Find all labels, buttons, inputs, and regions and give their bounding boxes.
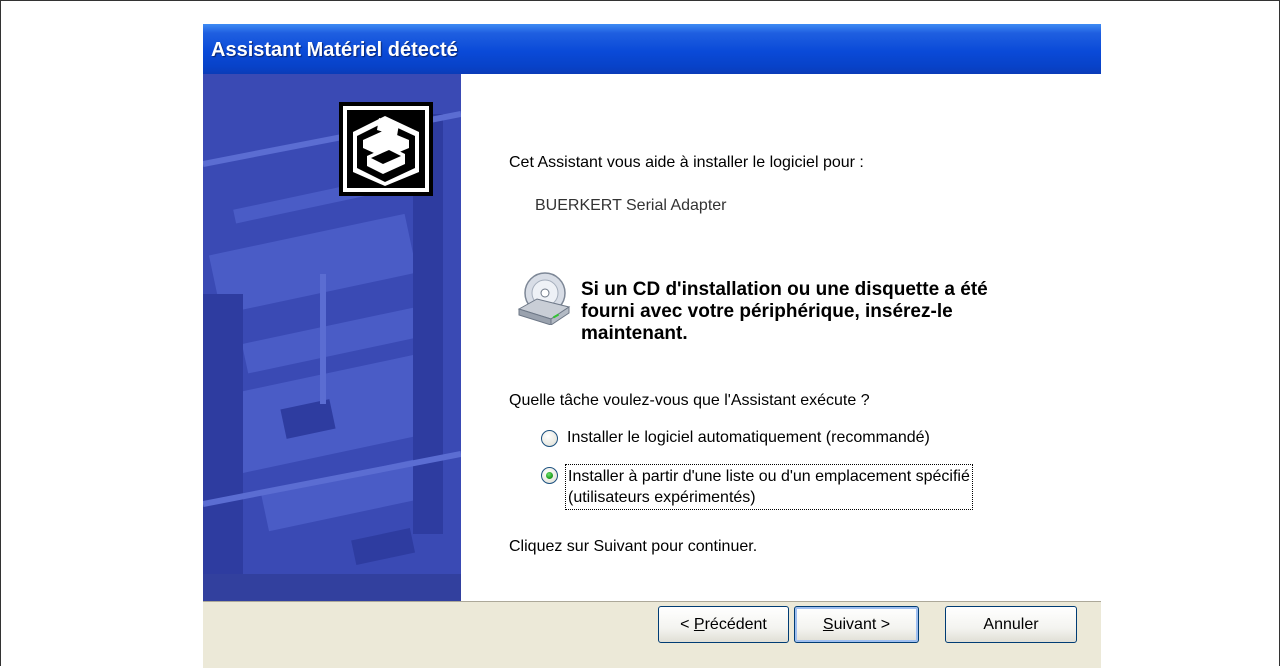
option-auto-install-label[interactable]: Installer le logiciel automatiquement (r… bbox=[567, 429, 930, 447]
back-button[interactable]: < Précédent bbox=[658, 606, 789, 643]
radio-selected-dot bbox=[546, 472, 553, 479]
intro-text: Cet Assistant vous aide à installer le l… bbox=[509, 154, 864, 171]
back-button-rest: récédent bbox=[704, 615, 767, 633]
radio-auto-install[interactable] bbox=[541, 430, 558, 447]
back-button-prefix: < bbox=[680, 615, 694, 633]
radio-manual-install[interactable] bbox=[541, 467, 558, 484]
wizard-window: Assistant Matériel détecté Cet Assistant… bbox=[203, 24, 1101, 668]
title-bar[interactable]: Assistant Matériel détecté bbox=[203, 24, 1101, 74]
task-question: Quelle tâche voulez-vous que l'Assistant… bbox=[509, 392, 870, 409]
cancel-button[interactable]: Annuler bbox=[945, 606, 1077, 643]
option-manual-install-label[interactable]: Installer à partir d'une liste ou d'un e… bbox=[565, 464, 973, 510]
insert-media-notice: Si un CD d'installation ou une disquette… bbox=[581, 279, 988, 344]
next-button-accel: S bbox=[822, 615, 834, 633]
option-manual-install-line1: Installer à partir d'une liste ou d'un e… bbox=[568, 468, 970, 485]
next-button-rest: uivant > bbox=[833, 615, 891, 633]
wizard-content: Cet Assistant vous aide à installer le l… bbox=[461, 74, 1101, 601]
continue-hint: Cliquez sur Suivant pour continuer. bbox=[509, 538, 758, 555]
hardware-wizard-icon bbox=[339, 102, 433, 196]
device-name: BUERKERT Serial Adapter bbox=[535, 197, 727, 214]
cd-drive-icon bbox=[517, 272, 571, 325]
next-button[interactable]: Suivant > bbox=[794, 606, 919, 643]
window-title: Assistant Matériel détecté bbox=[211, 39, 458, 61]
wizard-side-panel bbox=[203, 74, 461, 601]
back-button-accel: P bbox=[693, 615, 705, 633]
option-manual-install-line2: (utilisateurs expérimentés) bbox=[568, 489, 756, 506]
